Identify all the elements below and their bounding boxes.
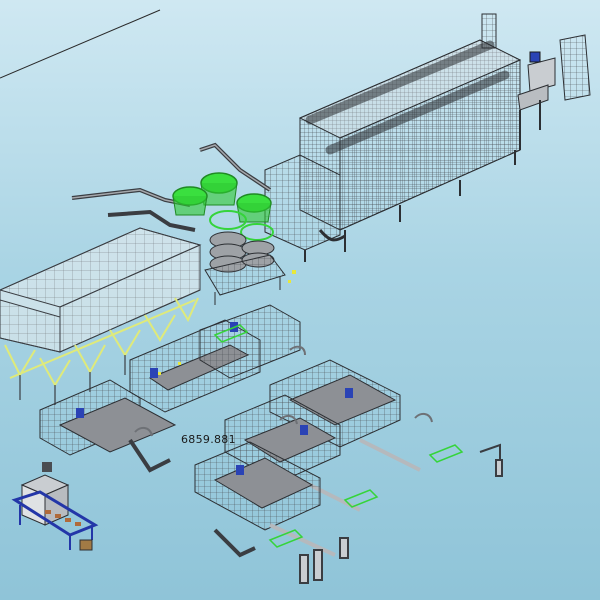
packing-station	[11, 462, 99, 551]
processing-line-2	[199, 304, 301, 379]
dimension-label: 6859.881	[181, 433, 236, 446]
roaster-dryer-unit	[264, 13, 522, 262]
factory-layout-3d	[0, 9, 591, 584]
cad-viewport[interactable]: 6859.881	[0, 0, 600, 600]
reference-line	[0, 9, 161, 79]
feed-hopper-unit	[517, 34, 591, 150]
bin-stands	[299, 443, 503, 584]
